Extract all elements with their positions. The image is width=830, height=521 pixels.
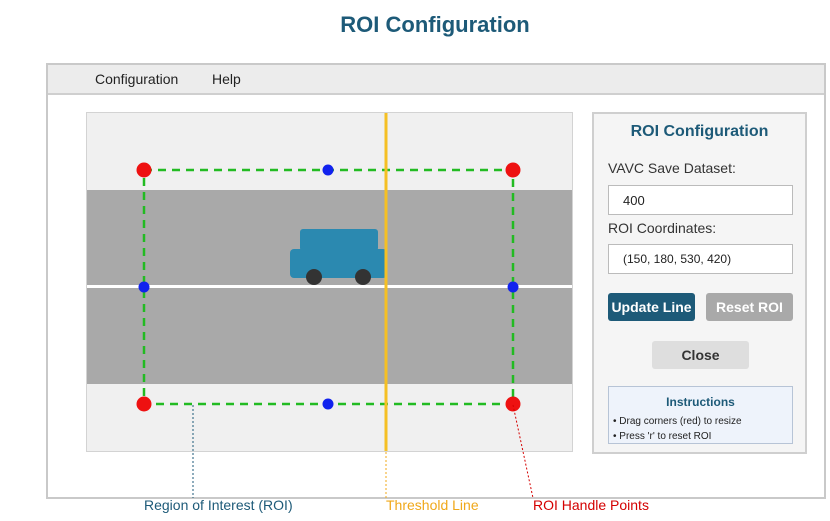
- handles-callout-leader: [512, 404, 534, 499]
- edge-handle-left[interactable]: [138, 281, 150, 293]
- corner-handle-top-right[interactable]: [505, 162, 521, 178]
- roi-rectangle[interactable]: [142, 168, 515, 406]
- roi-callout-label: Region of Interest (ROI): [144, 497, 293, 513]
- threshold-callout-label: Threshold Line: [386, 497, 479, 513]
- edge-handle-right[interactable]: [507, 281, 519, 293]
- edge-handle-bottom[interactable]: [322, 398, 334, 410]
- corner-handle-bottom-left[interactable]: [136, 396, 152, 412]
- corner-handle-top-left[interactable]: [136, 162, 152, 178]
- handles-callout-label: ROI Handle Points: [533, 497, 649, 513]
- roi-overlay: [136, 113, 534, 499]
- corner-handle-bottom-right[interactable]: [505, 396, 521, 412]
- edge-handle-top[interactable]: [322, 164, 334, 176]
